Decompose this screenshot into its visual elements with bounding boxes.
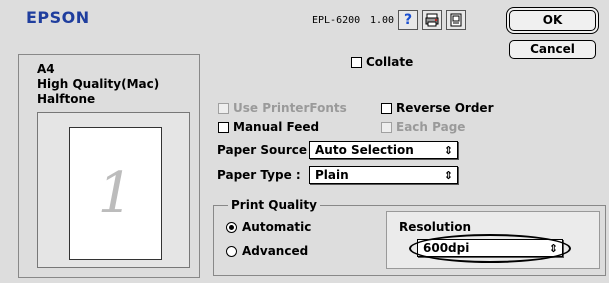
automatic-label: Automatic <box>242 220 312 234</box>
manual-feed-label: Manual Feed <box>233 120 320 134</box>
driver-version: 1.00 <box>370 15 395 26</box>
resolution-label: Resolution <box>399 220 472 234</box>
paper-source-label: Paper Source : <box>217 143 316 157</box>
page-number: 1 <box>97 161 134 226</box>
paper-source-select[interactable]: Auto Selection ⇕ <box>309 141 458 159</box>
printer-model: EPL-6200 <box>312 15 361 26</box>
printer-settings-button[interactable] <box>422 10 442 30</box>
reverse-order-label: Reverse Order <box>396 101 494 115</box>
automatic-radio[interactable] <box>226 222 237 233</box>
print-quality-title: Print Quality <box>228 198 320 212</box>
print-dialog: EPSON EPL-6200 1.00 ? OK Cancel A4 High … <box>0 0 609 283</box>
select-arrows-icon: ⇕ <box>443 144 453 157</box>
cancel-button[interactable]: Cancel <box>509 40 596 59</box>
reverse-order-checkbox[interactable] <box>381 103 392 114</box>
select-arrows-icon: ⇕ <box>443 169 453 182</box>
brand-logo: EPSON <box>26 8 90 27</box>
manual-feed-checkbox[interactable] <box>218 122 229 133</box>
advanced-label: Advanced <box>242 244 309 258</box>
use-printer-fonts-checkbox[interactable] <box>218 103 229 114</box>
collate-checkbox[interactable] <box>351 57 362 68</box>
summary-paper: A4 <box>37 62 55 76</box>
question-mark-icon: ? <box>403 12 413 28</box>
collate-label: Collate <box>366 55 414 69</box>
paper-type-label: Paper Type : <box>217 168 301 182</box>
paper-type-select[interactable]: Plain ⇕ <box>309 166 458 184</box>
paper-source-value: Auto Selection <box>315 143 414 157</box>
ok-button[interactable]: OK <box>509 10 596 31</box>
paper-type-value: Plain <box>315 168 349 182</box>
resolution-highlight-ring <box>409 234 571 263</box>
each-page-checkbox[interactable] <box>381 122 392 133</box>
summary-halftone: Halftone <box>37 92 96 106</box>
advanced-radio[interactable] <box>226 246 237 257</box>
page-layout-button[interactable] <box>446 10 466 30</box>
help-button[interactable]: ? <box>398 10 418 30</box>
summary-quality: High Quality(Mac) <box>37 77 160 91</box>
printer-settings-icon <box>425 13 439 27</box>
page-preview: 1 <box>69 127 162 260</box>
use-printer-fonts-label: Use PrinterFonts <box>233 101 347 115</box>
radio-selected-dot <box>229 225 234 230</box>
each-page-label: Each Page <box>396 120 466 134</box>
page-layout-icon <box>450 13 462 27</box>
